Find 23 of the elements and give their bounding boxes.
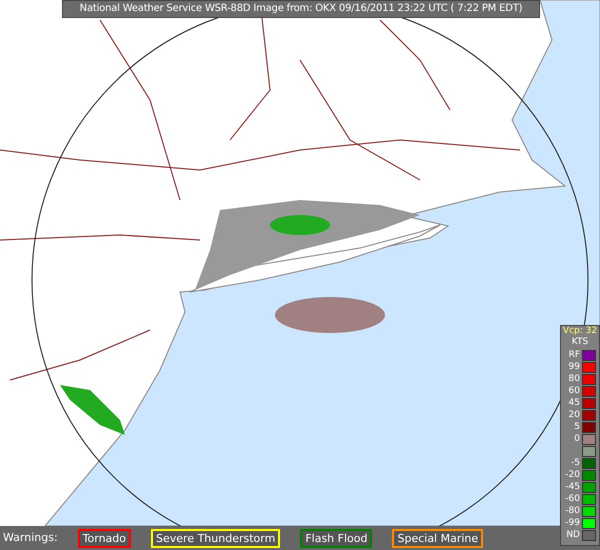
legend-label: -60 xyxy=(564,494,580,505)
warning-type-label: Special Marine xyxy=(392,528,484,548)
legend-label: 80 xyxy=(568,374,580,385)
legend-label: RF xyxy=(568,350,580,361)
legend-unit: KTS xyxy=(572,337,588,348)
legend-label: -99 xyxy=(564,518,580,529)
warning-type-label: Severe Thunderstorm xyxy=(151,528,280,548)
legend-label: -5 xyxy=(570,458,580,469)
warnings-label: Warnings: xyxy=(3,530,58,546)
legend-mode: Vcp: 32 xyxy=(562,326,598,337)
legend-label: 45 xyxy=(568,398,580,409)
header-title: National Weather Service WSR-88D Image from: OKX 09/16/2011 23:22 UTC ( 7:22 PM EDT) xyxy=(62,0,540,18)
legend-label: 5 xyxy=(573,422,580,433)
legend-label: ND xyxy=(565,530,580,541)
warning-type-label: Flash Flood xyxy=(300,528,372,548)
legend-label: 60 xyxy=(568,386,580,397)
legend-label: 20 xyxy=(568,410,580,421)
legend-label: 0 xyxy=(573,434,580,445)
warning-type-label: Tornado xyxy=(78,528,132,548)
legend-label: -45 xyxy=(564,482,580,493)
legend-label: -20 xyxy=(564,470,580,481)
legend-label: 99 xyxy=(568,362,580,373)
legend-label: -80 xyxy=(564,506,580,517)
